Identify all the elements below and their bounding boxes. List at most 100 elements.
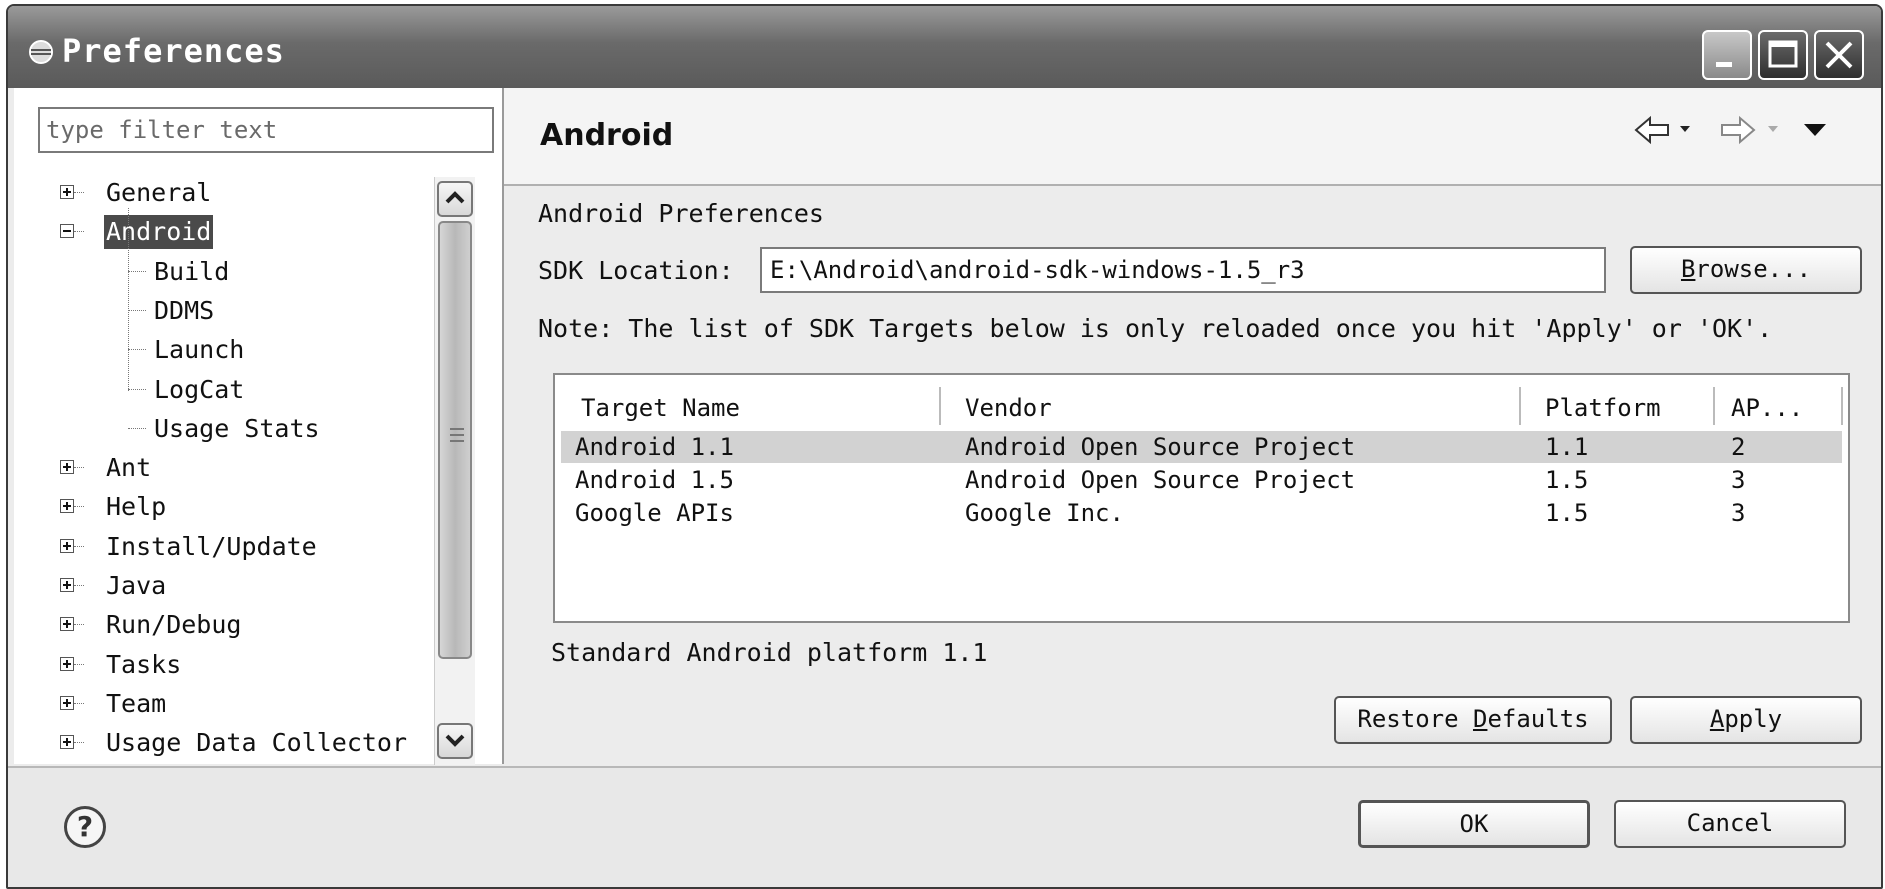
tree-connector <box>128 388 146 390</box>
tree-item-team[interactable]: Team <box>8 687 428 725</box>
expand-icon[interactable] <box>60 578 74 592</box>
scroll-up-button[interactable] <box>437 181 473 217</box>
sdk-targets-table[interactable]: Target Name Vendor Platform AP... Androi… <box>553 373 1850 623</box>
table-row[interactable]: Android 1.1 Android Open Source Project 1.… <box>561 431 1842 463</box>
tree-connector <box>128 270 146 272</box>
tree-connector <box>128 349 146 351</box>
tree-item-label: Usage Data Collector <box>106 728 408 758</box>
grip-line <box>450 428 464 430</box>
tree-item-install-update[interactable]: Install/Update <box>8 530 428 568</box>
collapse-icon[interactable] <box>60 224 74 239</box>
chevron-down-icon <box>445 734 465 747</box>
tree-item-label: DDMS <box>154 295 215 325</box>
dropdown-icon[interactable] <box>1678 122 1692 136</box>
tree-connector <box>74 231 84 233</box>
tree-item-usage-data-collector[interactable]: Usage Data Collector <box>8 726 428 764</box>
tree-item-ddms[interactable]: DDMS <box>8 294 428 332</box>
scroll-down-button[interactable] <box>437 723 473 759</box>
tree-item-label: Java <box>106 571 167 600</box>
column-divider[interactable] <box>1841 387 1843 425</box>
grip-line <box>450 434 464 436</box>
tree-connector <box>74 506 84 508</box>
expand-icon[interactable] <box>60 538 74 553</box>
expand-icon[interactable] <box>60 617 74 632</box>
cell-vendor: Android Open Source Project <box>965 466 1356 494</box>
expand-icon[interactable] <box>60 499 74 514</box>
expand-icon[interactable] <box>60 735 74 750</box>
tree-item-label: Tasks <box>106 649 182 679</box>
view-menu-icon[interactable] <box>1802 118 1828 140</box>
filter-input[interactable] <box>38 107 494 153</box>
page-header: Android <box>504 88 1881 186</box>
window-title: Preferences <box>62 32 285 70</box>
tree-item-label: Ant <box>106 453 152 483</box>
sdk-location-input[interactable] <box>760 247 1606 293</box>
column-divider[interactable] <box>1713 387 1715 425</box>
back-arrow-icon[interactable] <box>1632 112 1672 148</box>
browse-button[interactable]: Browse... <box>1630 246 1862 294</box>
page-title: Android <box>540 118 674 153</box>
tree-item-label: Android <box>104 215 214 250</box>
expand-icon[interactable] <box>60 656 74 671</box>
tree-item-launch[interactable]: Launch <box>8 333 428 371</box>
tree-item-label: Build <box>154 256 230 286</box>
tree-item-android[interactable]: Android <box>8 215 428 253</box>
title-bar[interactable]: Preferences <box>8 6 1881 88</box>
ok-button[interactable]: OK <box>1358 800 1590 848</box>
column-header-vendor[interactable]: Vendor <box>965 389 1052 427</box>
column-header-target-name[interactable]: Target Name <box>581 389 740 427</box>
expand-icon[interactable] <box>60 460 74 475</box>
tree-connector <box>74 545 84 547</box>
maximize-icon <box>1768 40 1798 68</box>
cell-api: 3 <box>1731 466 1746 494</box>
tree-item-label: Launch <box>154 335 245 365</box>
tree-item-logcat[interactable]: LogCat <box>8 373 428 411</box>
cell-target-name: Google APIs <box>575 499 734 527</box>
cell-api: 3 <box>1731 499 1746 527</box>
tree-connector <box>74 585 84 586</box>
dropdown-icon[interactable] <box>1766 122 1780 136</box>
tree-scrollbar[interactable] <box>434 177 475 765</box>
preferences-window: Preferences General Android Build DDMS Launc… <box>6 4 1883 889</box>
sdk-location-label: SDK Location: <box>538 256 734 285</box>
cell-vendor: Android Open Source Project <box>965 433 1356 461</box>
tree-item-label: Install/Update <box>106 531 317 561</box>
minimize-button[interactable] <box>1702 30 1752 80</box>
target-description: Standard Android platform 1.1 <box>551 638 988 667</box>
forward-arrow-icon[interactable] <box>1718 112 1758 148</box>
tree-item-build[interactable]: Build <box>8 255 428 293</box>
close-button[interactable] <box>1814 30 1864 80</box>
cell-platform: 1.5 <box>1545 466 1589 494</box>
apply-button[interactable]: Apply <box>1630 696 1862 744</box>
cancel-button[interactable]: Cancel <box>1614 800 1846 848</box>
note-text: Note: The list of SDK Targets below is o… <box>538 314 1773 343</box>
tree-connector <box>128 309 146 311</box>
column-header-platform[interactable]: Platform <box>1545 389 1661 427</box>
column-divider[interactable] <box>939 387 941 425</box>
tree-connector <box>74 663 84 665</box>
tree-item-label: Usage Stats <box>154 413 320 443</box>
maximize-button[interactable] <box>1758 30 1808 80</box>
table-row[interactable]: Android 1.5 Android Open Source Project 1.… <box>561 464 1842 496</box>
restore-defaults-button[interactable]: Restore Defaults <box>1334 696 1612 744</box>
tree-item-ant[interactable]: Ant <box>8 451 428 489</box>
help-icon[interactable]: ? <box>64 806 106 848</box>
tree-item-run-debug[interactable]: Run/Debug <box>8 608 428 646</box>
scroll-thumb[interactable] <box>438 221 472 659</box>
close-icon <box>1825 41 1853 69</box>
tree-item-label: General <box>106 178 212 207</box>
tree-item-help[interactable]: Help <box>8 490 428 528</box>
tree-item-java[interactable]: Java <box>8 569 428 607</box>
tree-item-usage-stats[interactable]: Usage Stats <box>8 412 428 450</box>
chevron-up-icon <box>445 191 465 204</box>
tree-item-general[interactable]: General <box>8 176 428 214</box>
expand-icon[interactable] <box>60 695 74 710</box>
cell-target-name: Android 1.5 <box>575 466 734 494</box>
tree-connector <box>74 742 84 744</box>
column-divider[interactable] <box>1519 387 1521 425</box>
table-row[interactable]: Google APIs Google Inc. 1.5 3 <box>561 497 1842 529</box>
column-header-api[interactable]: AP... <box>1731 389 1803 427</box>
expand-icon[interactable] <box>60 185 74 199</box>
tree-item-tasks[interactable]: Tasks <box>8 648 428 686</box>
cell-platform: 1.5 <box>1545 499 1589 527</box>
